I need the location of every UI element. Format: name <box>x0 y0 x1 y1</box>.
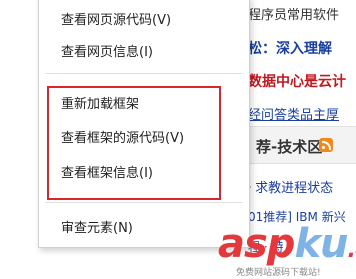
watermark-subtitle: 免费网站源码下载站! <box>236 268 321 278</box>
article-link-label: 求教进程状态 <box>255 181 334 196</box>
article-link[interactable]: 经问答类品主厚 <box>248 104 339 123</box>
section-title: 荐-技术区 <box>256 138 323 156</box>
article-link[interactable]: · 求教进程状态 <box>248 177 333 196</box>
article-link[interactable]: 数据中心是云计 <box>248 71 346 91</box>
menu-item-view-page-info[interactable]: 查看网页信息(I) <box>61 41 153 60</box>
menu-item-inspect-element[interactable]: 审查元素(N) <box>61 217 133 236</box>
rss-icon[interactable] <box>319 138 333 152</box>
section-header: 荐-技术区 <box>248 126 356 164</box>
watermark-logo: aspku.com 免费网站源码下载站! <box>218 222 356 279</box>
screenshot-stage: 程序员常用软件 松：深入理解 数据中心是云计 经问答类品主厚 荐-技术区 · 求教… <box>0 0 356 279</box>
menu-separator <box>45 73 243 74</box>
watermark-brand-b: ku <box>294 221 348 267</box>
menu-separator <box>45 202 243 203</box>
annotation-highlight-box <box>47 86 221 200</box>
page-text-line: 程序员常用软件 <box>248 8 340 23</box>
watermark-brand-a: asp <box>218 221 295 267</box>
watermark-brand-c: .com <box>347 238 356 263</box>
menu-item-view-page-source[interactable]: 查看网页源代码(V) <box>61 9 171 28</box>
article-link[interactable]: 松：深入理解 <box>248 38 332 58</box>
